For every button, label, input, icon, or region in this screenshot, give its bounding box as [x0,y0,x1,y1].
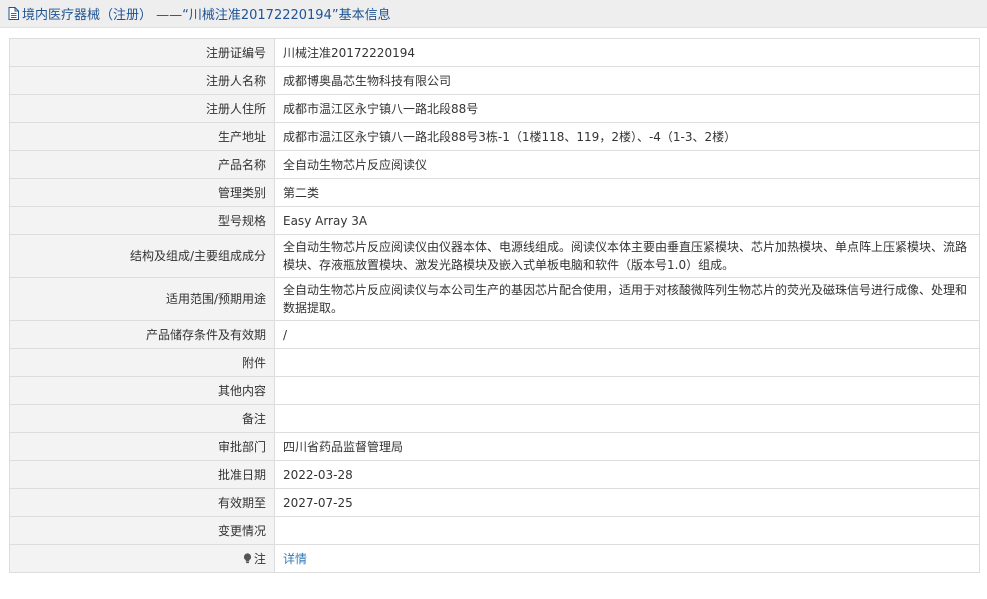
row-label-registrant-address: 注册人住所 [9,94,275,123]
row-value-change-history [274,516,980,545]
table-row: 附件 [9,348,980,377]
table-row: 注 详情 [9,544,980,573]
page-title: 境内医疗器械（注册） ——“川械注准20172220194”基本信息 [22,8,391,23]
row-value-approval-date: 2022-03-28 [274,460,980,489]
row-label-remarks: 备注 [9,404,275,433]
details-link[interactable]: 详情 [283,552,307,566]
note-label-text: 注 [253,551,266,566]
row-label-management-category: 管理类别 [9,178,275,207]
row-label-model-spec: 型号规格 [9,206,275,235]
row-label-intended-use: 适用范围/预期用途 [9,277,275,321]
row-label-production-address: 生产地址 [9,122,275,151]
row-label-registrant-name: 注册人名称 [9,66,275,95]
row-label-structure-composition: 结构及组成/主要组成成分 [9,234,275,278]
row-value-production-address: 成都市温江区永宁镇八一路北段88号3栋-1（1楼118、119，2楼）、-4（1… [274,122,980,151]
row-value-valid-until: 2027-07-25 [274,488,980,517]
row-label-attachments: 附件 [9,348,275,377]
row-value-registration-number: 川械注准20172220194 [274,38,980,67]
row-value-intended-use: 全自动生物芯片反应阅读仪与本公司生产的基因芯片配合使用，适用于对核酸微阵列生物芯… [274,277,980,321]
table-row: 注册人住所 成都市温江区永宁镇八一路北段88号 [9,94,980,123]
row-value-approval-department: 四川省药品监督管理局 [274,432,980,461]
row-value-storage-validity: / [274,320,980,349]
table-row: 其他内容 [9,376,980,405]
table-row: 产品储存条件及有效期 / [9,320,980,349]
row-label-note: 注 [9,544,275,573]
row-value-note: 详情 [274,544,980,573]
info-table: 注册证编号 川械注准20172220194 注册人名称 成都博奥晶芯生物科技有限… [9,38,980,573]
row-value-attachments [274,348,980,377]
row-label-storage-validity: 产品储存条件及有效期 [9,320,275,349]
table-row: 注册证编号 川械注准20172220194 [9,38,980,67]
row-value-management-category: 第二类 [274,178,980,207]
row-label-approval-date: 批准日期 [9,460,275,489]
document-icon [8,7,19,20]
row-label-change-history: 变更情况 [9,516,275,545]
row-label-other-content: 其他内容 [9,376,275,405]
lightbulb-icon [243,552,252,564]
row-value-registrant-address: 成都市温江区永宁镇八一路北段88号 [274,94,980,123]
table-row: 备注 [9,404,980,433]
table-row: 生产地址 成都市温江区永宁镇八一路北段88号3栋-1（1楼118、119，2楼）… [9,122,980,151]
row-label-valid-until: 有效期至 [9,488,275,517]
row-label-registration-number: 注册证编号 [9,38,275,67]
page-title-bar: 境内医疗器械（注册） ——“川械注准20172220194”基本信息 [0,0,987,28]
row-value-remarks [274,404,980,433]
table-row: 注册人名称 成都博奥晶芯生物科技有限公司 [9,66,980,95]
row-value-other-content [274,376,980,405]
row-value-registrant-name: 成都博奥晶芯生物科技有限公司 [274,66,980,95]
table-row: 管理类别 第二类 [9,178,980,207]
row-value-structure-composition: 全自动生物芯片反应阅读仪由仪器本体、电源线组成。阅读仪本体主要由垂直压紧模块、芯… [274,234,980,278]
info-table-wrapper: 注册证编号 川械注准20172220194 注册人名称 成都博奥晶芯生物科技有限… [9,38,980,573]
table-row: 批准日期 2022-03-28 [9,460,980,489]
row-label-approval-department: 审批部门 [9,432,275,461]
table-row: 有效期至 2027-07-25 [9,488,980,517]
table-row: 结构及组成/主要组成成分 全自动生物芯片反应阅读仪由仪器本体、电源线组成。阅读仪… [9,234,980,278]
table-row: 适用范围/预期用途 全自动生物芯片反应阅读仪与本公司生产的基因芯片配合使用，适用… [9,277,980,321]
table-row: 型号规格 Easy Array 3A [9,206,980,235]
row-value-product-name: 全自动生物芯片反应阅读仪 [274,150,980,179]
row-label-product-name: 产品名称 [9,150,275,179]
table-row: 审批部门 四川省药品监督管理局 [9,432,980,461]
table-row: 变更情况 [9,516,980,545]
table-row: 产品名称 全自动生物芯片反应阅读仪 [9,150,980,179]
row-value-model-spec: Easy Array 3A [274,206,980,235]
